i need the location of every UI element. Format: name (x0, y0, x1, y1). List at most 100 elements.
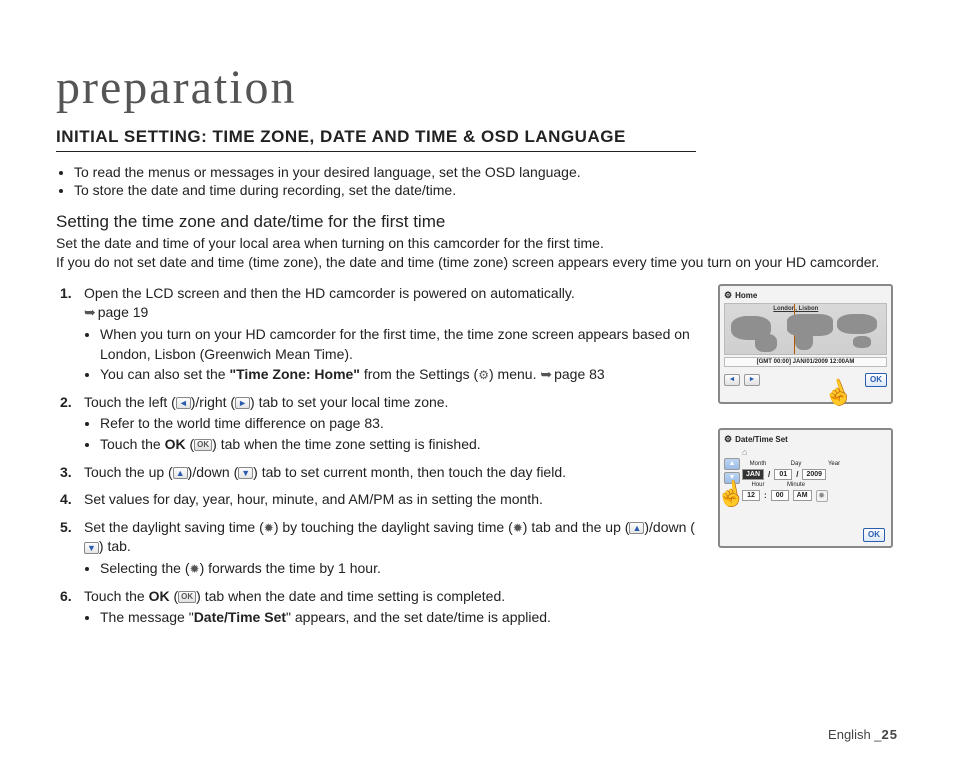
day-field[interactable]: 01 (774, 469, 792, 480)
separator: : (764, 491, 767, 500)
text: The message " (100, 609, 194, 625)
text: ( (170, 588, 179, 604)
intro-list: To read the menus or messages in your de… (74, 164, 898, 198)
datetime-set-label: Date/Time Set (194, 609, 286, 625)
page-ref: page 83 (554, 366, 605, 382)
left-arrow-icon: ◄ (176, 397, 191, 409)
dst-toggle[interactable]: ✹ (816, 490, 828, 502)
ok-button[interactable]: OK (863, 528, 885, 542)
sub-heading: Setting the time zone and date/time for … (56, 212, 898, 232)
page-ref: page 19 (98, 304, 149, 320)
step-5: Set the daylight saving time (✹) by touc… (56, 518, 704, 579)
screen-title: Date/Time Set (735, 435, 788, 444)
ok-button[interactable]: OK (865, 373, 887, 387)
year-label: Year (822, 461, 846, 467)
step-1: Open the LCD screen and then the HD camc… (56, 284, 704, 385)
up-arrow-button[interactable]: ▲ (724, 458, 740, 470)
hand-pointer-icon: ☝ (819, 375, 857, 412)
page-ref-icon (540, 366, 554, 382)
step-bullet: You can also set the "Time Zone: Home" f… (100, 365, 704, 385)
datetime-fields: Month Day Year JAN / 01 / 2009 Hour Minu… (742, 461, 887, 502)
text: ) tab. (99, 538, 131, 554)
text: Touch the (84, 588, 149, 604)
hour-field[interactable]: 12 (742, 490, 760, 501)
dst-icon: ✹ (190, 562, 200, 576)
step-bullet: Touch the OK (OK) tab when the time zone… (100, 435, 704, 455)
text: ( (186, 436, 195, 452)
up-down-controls: ▲ ▼ (724, 458, 740, 484)
text: from the Settings ( (360, 366, 478, 382)
step-text: Open the LCD screen and then the HD camc… (84, 285, 575, 301)
text: ) by touching the daylight saving time ( (274, 519, 513, 535)
separator: / (796, 470, 798, 479)
timezone-home-label: "Time Zone: Home" (229, 366, 359, 382)
month-label: Month (746, 461, 770, 467)
ok-label: OK (165, 436, 186, 452)
page-footer: English _25 (828, 727, 898, 742)
down-arrow-button[interactable]: ▼ (724, 472, 740, 484)
text: Selecting the ( (100, 560, 190, 576)
text: )/down ( (188, 464, 239, 480)
gmt-readout: [GMT 00:00] JAN/01/2009 12:00AM (724, 357, 887, 367)
step-bullet: Selecting the (✹) forwards the time by 1… (100, 559, 704, 579)
day-label: Day (784, 461, 808, 467)
gear-icon: ⚙ (478, 368, 489, 382)
month-field[interactable]: JAN (742, 469, 764, 480)
footer-separator: _ (874, 727, 881, 742)
ok-icon: OK (178, 591, 196, 603)
up-arrow-icon: ▲ (173, 467, 188, 479)
sub-description: Set the date and time of your local area… (56, 234, 898, 272)
text: Touch the left ( (84, 394, 176, 410)
page-number: 25 (882, 727, 898, 742)
text: )/down ( (644, 519, 695, 535)
down-arrow-icon: ▼ (84, 542, 99, 554)
up-arrow-icon: ▲ (629, 522, 644, 534)
page-ref-icon (84, 304, 98, 320)
text: " appears, and the set date/time is appl… (286, 609, 551, 625)
text: You can also set the (100, 366, 229, 382)
gear-icon: ⚙ (724, 434, 732, 445)
dst-icon: ✹ (264, 521, 274, 535)
screen-title: Home (735, 291, 757, 300)
step-4: Set values for day, year, hour, minute, … (56, 490, 704, 510)
left-arrow-button[interactable]: ◄ (724, 374, 740, 386)
screen-title-bar: ⚙ Date/Time Set (724, 434, 887, 445)
timezone-screen: ⚙ Home London, Lisbon [GMT 00:00] JAN/01… (718, 284, 893, 404)
city-label: London, Lisbon (773, 306, 818, 312)
step-bullet: Refer to the world time difference on pa… (100, 414, 704, 434)
text: Touch the (100, 436, 165, 452)
step-6: Touch the OK (OK) tab when the date and … (56, 587, 704, 628)
step-bullet: When you turn on your HD camcorder for t… (100, 325, 704, 364)
ampm-field[interactable]: AM (793, 490, 812, 501)
gear-icon: ⚙ (724, 290, 732, 301)
steps-list: Open the LCD screen and then the HD camc… (56, 284, 704, 636)
step-2: Touch the left (◄)/right (►) tab to set … (56, 393, 704, 455)
screen-title-bar: ⚙ Home (724, 290, 887, 301)
footer-language: English (828, 727, 874, 742)
step-3: Touch the up (▲)/down (▼) tab to set cur… (56, 463, 704, 483)
side-illustrations: ⚙ Home London, Lisbon [GMT 00:00] JAN/01… (718, 284, 898, 636)
datetime-screen: ⚙ Date/Time Set ⌂ ▲ ▼ ☝ Month Day Year J… (718, 428, 893, 548)
right-arrow-icon: ► (235, 397, 250, 409)
home-icon: ⌂ (742, 447, 887, 457)
separator: / (768, 470, 770, 479)
year-field[interactable]: 2009 (802, 469, 826, 480)
text: ) tab to set your local time zone. (250, 394, 448, 410)
down-arrow-icon: ▼ (238, 467, 253, 479)
minute-label: Minute (784, 482, 808, 488)
minute-field[interactable]: 00 (771, 490, 789, 501)
intro-item: To store the date and time during record… (74, 182, 898, 198)
hour-label: Hour (746, 482, 770, 488)
page-title: preparation (56, 60, 898, 115)
ok-label: OK (149, 588, 170, 604)
text: ) tab to set current month, then touch t… (253, 464, 566, 480)
intro-item: To read the menus or messages in your de… (74, 164, 898, 180)
text: ) menu. (489, 366, 540, 382)
text: ) tab and the up ( (523, 519, 630, 535)
dst-icon: ✹ (513, 521, 523, 535)
step-bullet: The message "Date/Time Set" appears, and… (100, 608, 704, 628)
text: ) forwards the time by 1 hour. (200, 560, 381, 576)
right-arrow-button[interactable]: ► (744, 374, 760, 386)
text: Set the daylight saving time ( (84, 519, 264, 535)
text: )/right ( (191, 394, 235, 410)
